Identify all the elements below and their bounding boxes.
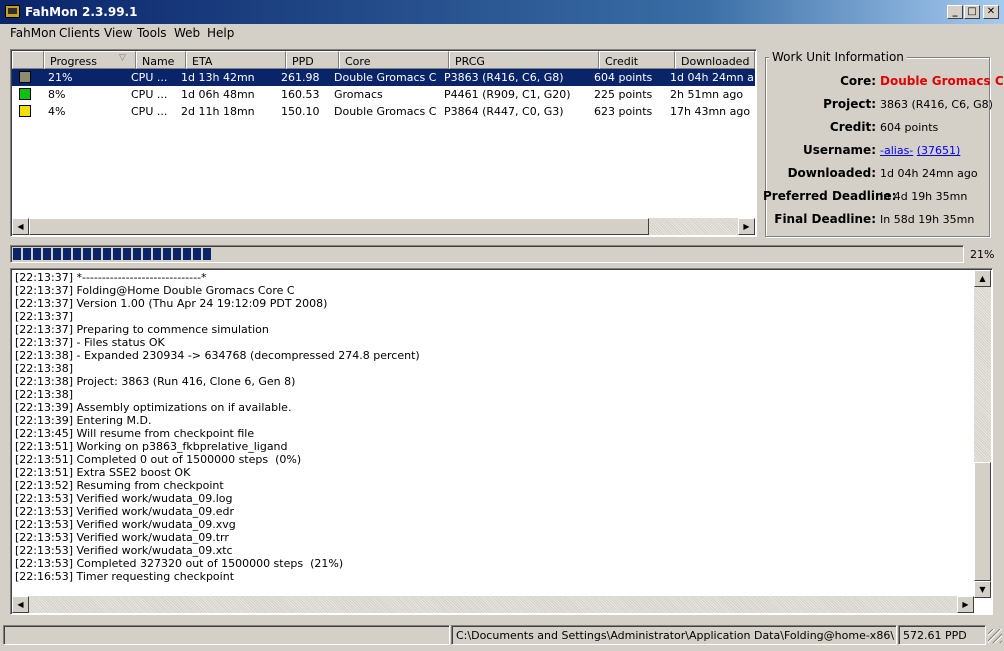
log-line: [22:13:38] bbox=[15, 362, 73, 375]
log-line: [22:13:53] Verified work/wudata_09.xtc bbox=[15, 544, 233, 557]
log-line: [22:13:53] Completed 327320 out of 15000… bbox=[15, 557, 344, 570]
column-header-ppd[interactable]: PPD bbox=[286, 51, 339, 69]
username-link[interactable]: -alias- bbox=[880, 144, 913, 157]
table-row[interactable]: 21% CPU ... 1d 13h 42mn 261.98 Double Gr… bbox=[12, 69, 755, 86]
work-unit-info-panel: Work Unit Information Core: Double Groma… bbox=[763, 49, 1004, 239]
wu-downloaded-label: Downloaded: bbox=[787, 166, 876, 180]
scroll-left-button[interactable]: ◀ bbox=[12, 218, 29, 235]
log-line: [22:13:53] Verified work/wudata_09.log bbox=[15, 492, 233, 505]
log-line: [22:13:51] Extra SSE2 boost OK bbox=[15, 466, 191, 479]
status-indicator bbox=[19, 105, 31, 117]
wu-preferred-deadline-value: In 4d 19h 35mn bbox=[880, 190, 968, 203]
progress-fill bbox=[13, 248, 212, 260]
close-button[interactable]: ✕ bbox=[983, 5, 999, 19]
wu-final-deadline-value: In 58d 19h 35mn bbox=[880, 213, 975, 226]
log-scroll-thumb[interactable] bbox=[974, 462, 991, 581]
scroll-right-button[interactable]: ▶ bbox=[738, 218, 755, 235]
wu-credit-value: 604 points bbox=[880, 121, 939, 134]
scroll-up-button[interactable]: ▲ bbox=[974, 270, 991, 287]
column-header-core[interactable]: Core bbox=[339, 51, 449, 69]
wu-credit-label: Credit: bbox=[829, 120, 876, 134]
wu-username-label: Username: bbox=[802, 143, 876, 157]
list-horizontal-scrollbar[interactable]: ◀ ▶ bbox=[12, 218, 755, 235]
log-line: [22:13:38] bbox=[15, 388, 73, 401]
menu-view[interactable]: View bbox=[104, 26, 132, 40]
column-header-credit[interactable]: Credit bbox=[599, 51, 675, 69]
wu-project-label: Project: bbox=[823, 97, 876, 111]
log-scroll-left-button[interactable]: ◀ bbox=[12, 596, 29, 613]
log-line: [22:13:51] Working on p3863_fkbprelative… bbox=[15, 440, 288, 453]
column-header-prcg[interactable]: PRCG bbox=[449, 51, 599, 69]
log-line: [22:13:38] - Expanded 230934 -> 634768 (… bbox=[15, 349, 420, 362]
wu-project-value: 3863 (R416, C6, G8) bbox=[880, 98, 993, 111]
menu-bar: FahMon Clients View Tools Web Help bbox=[0, 24, 1004, 44]
title-bar: FahMon 2.3.99.1 _ □ ✕ bbox=[0, 0, 1004, 24]
log-line: [22:13:37] bbox=[15, 310, 73, 323]
table-row[interactable]: 4% CPU ... 2d 11h 18mn 150.10 Double Gro… bbox=[12, 103, 755, 120]
status-total-ppd: 572.61 PPD bbox=[898, 625, 986, 645]
scroll-down-button[interactable]: ▼ bbox=[974, 581, 991, 598]
log-line: [22:13:52] Resuming from checkpoint bbox=[15, 479, 224, 492]
column-header-eta[interactable]: ETA bbox=[186, 51, 286, 69]
log-horizontal-scrollbar[interactable]: ◀ ▶ bbox=[12, 596, 974, 613]
progress-percent: 21% bbox=[970, 248, 995, 261]
menu-clients[interactable]: Clients bbox=[59, 26, 100, 40]
column-header-downloaded[interactable]: Downloaded bbox=[675, 51, 755, 69]
log-line: [22:13:39] Entering M.D. bbox=[15, 414, 152, 427]
progress-bar bbox=[10, 245, 964, 263]
status-pane-empty bbox=[3, 625, 450, 645]
scroll-thumb[interactable] bbox=[29, 218, 649, 235]
menu-tools[interactable]: Tools bbox=[137, 26, 167, 40]
window-title: FahMon 2.3.99.1 bbox=[25, 5, 138, 19]
team-link[interactable]: (37651) bbox=[917, 144, 961, 157]
log-scroll-right-button[interactable]: ▶ bbox=[957, 596, 974, 613]
log-line: [22:13:39] Assembly optimizations on if … bbox=[15, 401, 292, 414]
sort-arrow-icon: ▽ bbox=[119, 53, 126, 63]
menu-fahmon[interactable]: FahMon bbox=[10, 26, 56, 40]
column-header-status[interactable] bbox=[12, 51, 44, 69]
wu-core-label: Core: bbox=[840, 74, 876, 88]
wu-core-value: Double Gromacs C bbox=[880, 74, 1004, 88]
log-line: [22:13:37] *----------------------------… bbox=[15, 271, 207, 284]
group-title: Work Unit Information bbox=[769, 50, 907, 64]
status-indicator bbox=[19, 71, 31, 83]
log-line: [22:13:53] Verified work/wudata_09.trr bbox=[15, 531, 229, 544]
log-line: [22:13:37] - Files status OK bbox=[15, 336, 165, 349]
maximize-button[interactable]: □ bbox=[964, 5, 980, 19]
log-line: [22:13:37] Preparing to commence simulat… bbox=[15, 323, 269, 336]
wu-final-deadline-label: Final Deadline: bbox=[774, 212, 876, 226]
log-lines: [22:13:37] *----------------------------… bbox=[15, 271, 970, 596]
status-path: C:\Documents and Settings\Administrator\… bbox=[451, 625, 897, 645]
log-line: [22:16:53] Timer requesting checkpoint bbox=[15, 570, 235, 583]
wu-preferred-deadline-label: Preferred Deadline: bbox=[763, 189, 897, 203]
minimize-button[interactable]: _ bbox=[947, 5, 963, 19]
column-header-name[interactable]: Name bbox=[136, 51, 186, 69]
log-line: [22:13:53] Verified work/wudata_09.xvg bbox=[15, 518, 236, 531]
log-line: [22:13:37] Version 1.00 (Thu Apr 24 19:1… bbox=[15, 297, 328, 310]
menu-help[interactable]: Help bbox=[207, 26, 234, 40]
log-vertical-scrollbar[interactable]: ▲ ▼ bbox=[974, 270, 991, 598]
resize-grip-icon[interactable] bbox=[988, 629, 1002, 643]
wu-downloaded-value: 1d 04h 24mn ago bbox=[880, 167, 978, 180]
table-row[interactable]: 8% CPU ... 1d 06h 48mn 160.53 Gromacs P4… bbox=[12, 86, 755, 103]
status-indicator bbox=[19, 88, 31, 100]
log-line: [22:13:53] Verified work/wudata_09.edr bbox=[15, 505, 235, 518]
log-line: [22:13:45] Will resume from checkpoint f… bbox=[15, 427, 255, 440]
status-bar: C:\Documents and Settings\Administrator\… bbox=[0, 623, 1004, 648]
log-line: [22:13:37] Folding@Home Double Gromacs C… bbox=[15, 284, 295, 297]
menu-web[interactable]: Web bbox=[174, 26, 200, 40]
clients-list[interactable]: Progress ▽ Name ETA PPD Core PRCG Credit… bbox=[10, 49, 757, 237]
log-line: [22:13:51] Completed 0 out of 1500000 st… bbox=[15, 453, 302, 466]
log-view[interactable]: [22:13:37] *----------------------------… bbox=[10, 268, 993, 615]
log-line: [22:13:38] Project: 3863 (Run 416, Clone… bbox=[15, 375, 296, 388]
app-icon bbox=[5, 5, 20, 18]
column-header-progress[interactable]: Progress ▽ bbox=[44, 51, 136, 69]
